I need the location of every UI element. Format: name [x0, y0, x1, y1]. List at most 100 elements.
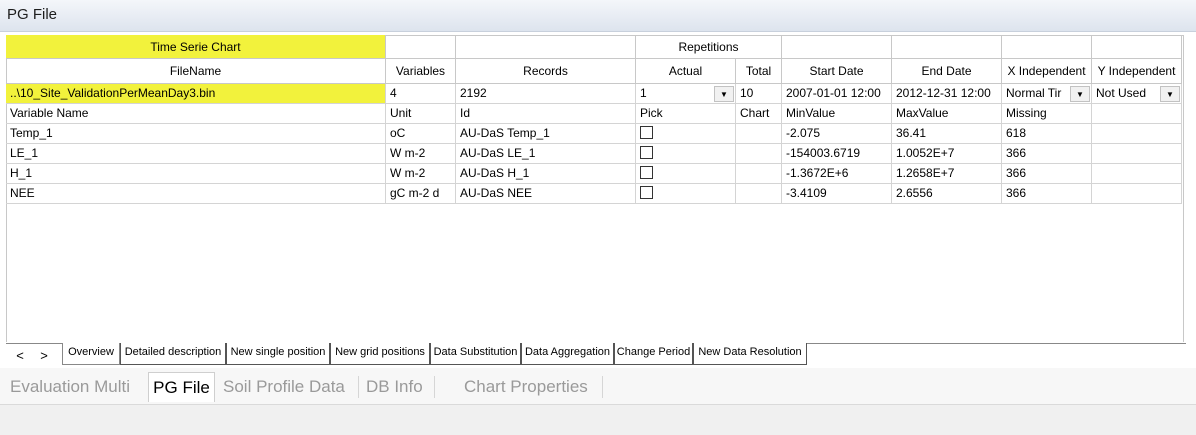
total-cell: 10: [736, 84, 782, 104]
x-independent-value: Normal Tir: [1006, 86, 1062, 100]
max-value-cell: 2.6556: [892, 184, 1002, 204]
chart-cell: [736, 144, 782, 164]
tab-change-period[interactable]: Change Period: [614, 343, 693, 365]
window-title: PG File: [7, 6, 58, 23]
row-blank-cell: [1092, 184, 1182, 204]
tab-soil-profile-data[interactable]: Soil Profile Data: [223, 372, 353, 402]
pick-cell[interactable]: [636, 144, 736, 164]
pick-checkbox[interactable]: [640, 186, 653, 200]
max-value-cell: 36.41: [892, 124, 1002, 144]
tab-chart-properties[interactable]: Chart Properties: [464, 372, 594, 402]
pick-checkbox[interactable]: [640, 166, 653, 180]
tab-data-aggregation[interactable]: Data Aggregation: [521, 343, 614, 365]
unit-cell: oC: [386, 124, 456, 144]
table-row[interactable]: H_1 W m-2 AU-DaS H_1 -1.3672E+6 1.2658E+…: [0, 164, 1196, 184]
tab-new-single-position[interactable]: New single position: [226, 343, 330, 365]
max-value-cell: 1.2658E+7: [892, 164, 1002, 184]
chart-cell: [736, 184, 782, 204]
variable-name-cell: NEE: [6, 184, 386, 204]
min-value-cell: -2.075: [782, 124, 892, 144]
chart-cell: [736, 124, 782, 144]
tab-new-grid-positions[interactable]: New grid positions: [330, 343, 430, 365]
pick-header: Pick: [636, 104, 736, 124]
sub-tab-strip: < > Overview Detailed description New si…: [6, 343, 1196, 367]
tab-prev-button[interactable]: <: [10, 347, 30, 365]
tab-separator: [434, 376, 435, 398]
row-blank-cell: [1092, 124, 1182, 144]
tab-overview[interactable]: Overview: [62, 343, 120, 365]
table-row[interactable]: NEE gC m-2 d AU-DaS NEE -3.4109 2.6556 3…: [0, 184, 1196, 204]
header-blank-start: [782, 35, 892, 59]
max-value-header: MaxValue: [892, 104, 1002, 124]
missing-cell: 618: [1002, 124, 1092, 144]
records-count-cell: 2192: [456, 84, 636, 104]
tab-db-info[interactable]: DB Info: [366, 372, 430, 402]
missing-cell: 366: [1002, 144, 1092, 164]
tab-pg-file[interactable]: PG File: [148, 372, 215, 402]
row-blank-cell: [1092, 164, 1182, 184]
missing-cell: 366: [1002, 184, 1092, 204]
header-blank-records: [456, 35, 636, 59]
time-serie-chart-header[interactable]: Time Serie Chart: [6, 35, 386, 59]
tab-separator: [358, 376, 359, 398]
end-date-cell: 2012-12-31 12:00: [892, 84, 1002, 104]
row-blank-cell: [1092, 144, 1182, 164]
pick-cell[interactable]: [636, 124, 736, 144]
end-date-header: End Date: [892, 59, 1002, 84]
id-cell: AU-DaS H_1: [456, 164, 636, 184]
min-value-cell: -3.4109: [782, 184, 892, 204]
chevron-down-icon[interactable]: ▼: [1070, 86, 1090, 102]
header-blank-end: [892, 35, 1002, 59]
tab-detailed-description[interactable]: Detailed description: [120, 343, 226, 365]
pick-cell[interactable]: [636, 164, 736, 184]
min-value-header: MinValue: [782, 104, 892, 124]
pick-checkbox[interactable]: [640, 126, 653, 140]
y-independent-header: Y Independent: [1092, 59, 1182, 84]
chevron-down-icon[interactable]: ▼: [1160, 86, 1180, 102]
x-independent-header: X Independent: [1002, 59, 1092, 84]
table-row[interactable]: LE_1 W m-2 AU-DaS LE_1 -154003.6719 1.00…: [0, 144, 1196, 164]
chart-header: Chart: [736, 104, 782, 124]
variable-name-cell: Temp_1: [6, 124, 386, 144]
header-blank-variables: [386, 35, 456, 59]
y-independent-value: Not Used: [1096, 86, 1147, 100]
unit-cell: gC m-2 d: [386, 184, 456, 204]
pick-checkbox[interactable]: [640, 146, 653, 160]
header-blank-x: [1002, 35, 1092, 59]
tab-new-data-resolution[interactable]: New Data Resolution: [693, 343, 807, 365]
chart-cell: [736, 164, 782, 184]
variable-name-cell: LE_1: [6, 144, 386, 164]
tab-data-substitution[interactable]: Data Substitution: [430, 343, 521, 365]
max-value-cell: 1.0052E+7: [892, 144, 1002, 164]
chevron-down-icon[interactable]: ▼: [714, 86, 734, 102]
x-independent-select[interactable]: Normal Tir ▼: [1002, 84, 1092, 104]
unit-header: Unit: [386, 104, 456, 124]
id-cell: AU-DaS LE_1: [456, 144, 636, 164]
table-row[interactable]: Temp_1 oC AU-DaS Temp_1 -2.075 36.41 618: [0, 124, 1196, 144]
tab-next-button[interactable]: >: [34, 347, 54, 365]
pick-cell[interactable]: [636, 184, 736, 204]
tab-evaluation-multi[interactable]: Evaluation Multi: [10, 372, 144, 402]
missing-header: Missing: [1002, 104, 1092, 124]
missing-cell: 366: [1002, 164, 1092, 184]
filename-cell[interactable]: ..\10_Site_ValidationPerMeanDay3.bin: [6, 84, 386, 104]
variables-header: Variables: [386, 59, 456, 84]
actual-header: Actual: [636, 59, 736, 84]
unit-cell: W m-2: [386, 144, 456, 164]
variable-name-cell: H_1: [6, 164, 386, 184]
actual-select[interactable]: 1 ▼: [636, 84, 736, 104]
records-header: Records: [456, 59, 636, 84]
main-tab-bar: Evaluation Multi PG File Soil Profile Da…: [0, 368, 1196, 405]
id-cell: AU-DaS NEE: [456, 184, 636, 204]
start-date-header: Start Date: [782, 59, 892, 84]
status-bar: [0, 405, 1196, 435]
y-independent-select[interactable]: Not Used ▼: [1092, 84, 1182, 104]
tab-separator: [602, 376, 603, 398]
id-header: Id: [456, 104, 636, 124]
variable-name-header: Variable Name: [6, 104, 386, 124]
header-blank-y: [1092, 35, 1182, 59]
id-cell: AU-DaS Temp_1: [456, 124, 636, 144]
var-header-blank: [1092, 104, 1182, 124]
variables-count-cell: 4: [386, 84, 456, 104]
total-header: Total: [736, 59, 782, 84]
